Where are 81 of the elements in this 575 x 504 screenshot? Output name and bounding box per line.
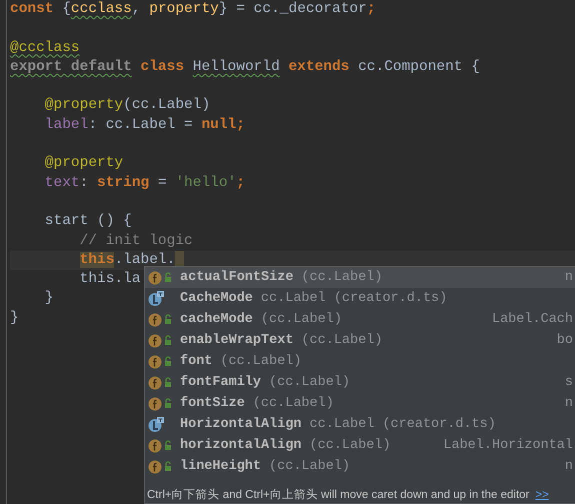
code-token: } bbox=[10, 310, 19, 326]
item-detail: (cc.Label) bbox=[260, 312, 342, 327]
more-link[interactable]: >> bbox=[535, 488, 549, 501]
item-name: fontFamily bbox=[180, 375, 262, 390]
class-icon bbox=[148, 291, 164, 306]
item-type: bo bbox=[556, 333, 574, 348]
code-token: } bbox=[44, 290, 54, 306]
field-icon bbox=[148, 334, 174, 348]
item-name: CacheMode bbox=[180, 291, 253, 306]
item-detail: cc.Label (creator.d.ts) bbox=[310, 417, 496, 432]
code-token: } = cc._decorator bbox=[218, 1, 367, 17]
code-token: cc.Component { bbox=[358, 58, 480, 75]
item-name: actualFontSize bbox=[180, 270, 294, 285]
code-comment: // init logic bbox=[78, 232, 193, 249]
field-icon bbox=[148, 270, 174, 284]
completion-item[interactable]: cacheMode (cc.Label) Label.Cach bbox=[145, 309, 575, 330]
field-icon bbox=[148, 312, 174, 326]
item-name: horizontalAlign bbox=[180, 438, 302, 453]
code-token: const bbox=[10, 1, 54, 17]
completion-item[interactable]: actualFontSize (cc.Label) n bbox=[145, 267, 575, 288]
completion-item[interactable]: enableWrapText (cc.Label) bo bbox=[145, 330, 575, 351]
item-name: cacheMode bbox=[180, 312, 253, 327]
item-detail: cc.Label (creator.d.ts) bbox=[260, 291, 448, 306]
item-name: HorizontalAlign bbox=[180, 417, 302, 432]
completion-item[interactable]: horizontalAlign (cc.Label) Label.Horizontal bbox=[145, 435, 575, 456]
code-token: (cc.Label) bbox=[123, 97, 210, 114]
item-name: enableWrapText bbox=[180, 333, 294, 348]
item-detail: (cc.Label) bbox=[252, 396, 334, 411]
code-token: 'hello' bbox=[175, 174, 236, 191]
item-type: Label.Horizontal bbox=[442, 438, 574, 453]
code-token: class bbox=[140, 58, 186, 75]
code-token: ; bbox=[236, 174, 245, 191]
item-detail: (cc.Label) bbox=[269, 375, 350, 390]
completion-item[interactable]: HorizontalAlign cc.Label (creator.d.ts) bbox=[145, 414, 575, 435]
completion-item[interactable]: lineHeight (cc.Label) n bbox=[145, 456, 575, 477]
code-token: .label. bbox=[114, 252, 176, 268]
code-token: ; bbox=[366, 1, 376, 17]
item-name: font bbox=[180, 354, 212, 369]
code-token: this.la bbox=[78, 271, 141, 288]
code-token: string bbox=[97, 174, 150, 191]
code-token: @ccclass bbox=[10, 40, 80, 56]
item-detail: (cc.Label) bbox=[301, 333, 382, 348]
hint-text: Ctrl+向下箭头 and Ctrl+向上箭头 will move caret down and up in the editor bbox=[147, 488, 530, 502]
item-name: fontSize bbox=[180, 396, 245, 411]
item-type: n bbox=[564, 270, 574, 285]
code-token: export default bbox=[10, 58, 132, 75]
code-token: ccclass bbox=[70, 1, 132, 17]
code-token: this bbox=[80, 252, 114, 268]
field-icon bbox=[148, 460, 174, 474]
item-detail: (cc.Label) bbox=[310, 438, 391, 453]
item-detail: (cc.Label) bbox=[220, 354, 302, 369]
code-token: , bbox=[132, 1, 142, 17]
code-token: = bbox=[156, 174, 168, 191]
completion-item[interactable]: font (cc.Label) bbox=[145, 351, 575, 372]
item-detail: (cc.Label) bbox=[301, 270, 382, 285]
item-type: n bbox=[564, 459, 574, 474]
completion-item[interactable]: fontFamily (cc.Label) s bbox=[145, 372, 575, 393]
code-token: start () { bbox=[44, 213, 132, 230]
item-name: lineHeight bbox=[180, 459, 262, 474]
code-token: : cc.Label = bbox=[88, 116, 194, 133]
field-icon bbox=[148, 396, 174, 410]
item-type: s bbox=[564, 375, 574, 390]
code-token: @property bbox=[44, 97, 124, 114]
completion-item[interactable]: CacheMode cc.Label (creator.d.ts) bbox=[145, 288, 575, 309]
field-icon bbox=[148, 376, 174, 390]
item-type: n bbox=[564, 396, 574, 411]
code-token: extends bbox=[287, 58, 350, 75]
code-token: { bbox=[61, 1, 71, 17]
item-detail: (cc.Label) bbox=[269, 459, 350, 474]
field-icon bbox=[148, 438, 174, 452]
code-token: : bbox=[80, 174, 90, 191]
code-token: text bbox=[44, 174, 80, 191]
code-token: property bbox=[149, 1, 219, 17]
code-token: null; bbox=[201, 116, 245, 133]
field-icon bbox=[148, 354, 174, 368]
code-token: @property bbox=[44, 155, 124, 172]
class-icon bbox=[148, 417, 164, 432]
completion-item[interactable]: fontSize (cc.Label) n bbox=[145, 393, 575, 414]
code-token: label bbox=[44, 116, 88, 133]
item-type: Label.Cach bbox=[490, 312, 574, 327]
code-token: Helloworld bbox=[192, 58, 280, 75]
